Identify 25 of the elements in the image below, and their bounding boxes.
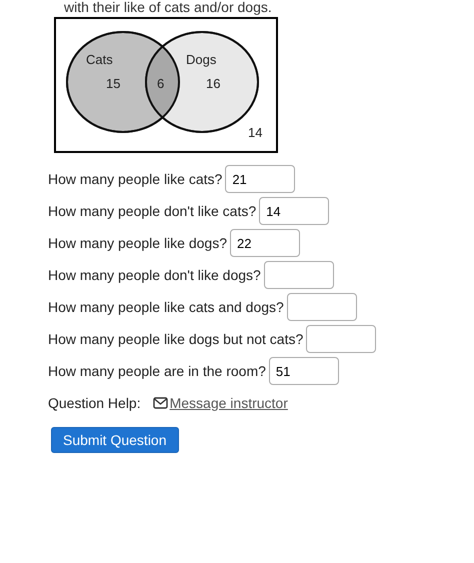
- outside-count: 14: [248, 126, 262, 140]
- question-prompt: How many people like dogs?: [48, 235, 227, 251]
- envelope-icon: [152, 397, 168, 409]
- set-count: 16: [206, 77, 220, 91]
- question-prompt: How many people don't like dogs?: [48, 267, 261, 283]
- question-prompt: How many people like dogs but not cats?: [48, 331, 304, 347]
- message-instructor-link[interactable]: Message instructor: [152, 395, 288, 411]
- answer-field[interactable]: 14: [259, 197, 330, 225]
- answer-field[interactable]: 21: [225, 165, 296, 193]
- answer-field[interactable]: [286, 293, 357, 321]
- set-count: 15: [106, 77, 120, 91]
- question-prompt: How many people don't like cats?: [48, 203, 256, 219]
- question-prompt: How many people are in the room?: [48, 363, 266, 379]
- answer-field[interactable]: [306, 325, 376, 353]
- set-label: Dogs: [186, 53, 216, 67]
- answer-field[interactable]: 51: [268, 357, 339, 385]
- question-prompt: How many people like cats and dogs?: [48, 299, 284, 315]
- intro-text: with their like of cats and/or dogs.: [63, 0, 273, 14]
- question-prompt: How many people like cats?: [48, 171, 222, 187]
- submit-button[interactable]: Submit Question: [51, 427, 178, 453]
- set-label: Cats: [86, 53, 113, 67]
- help-label: Question Help:: [48, 395, 141, 411]
- overlap-count: 6: [157, 77, 164, 91]
- answer-field[interactable]: 22: [230, 229, 300, 257]
- answer-field[interactable]: [264, 261, 334, 289]
